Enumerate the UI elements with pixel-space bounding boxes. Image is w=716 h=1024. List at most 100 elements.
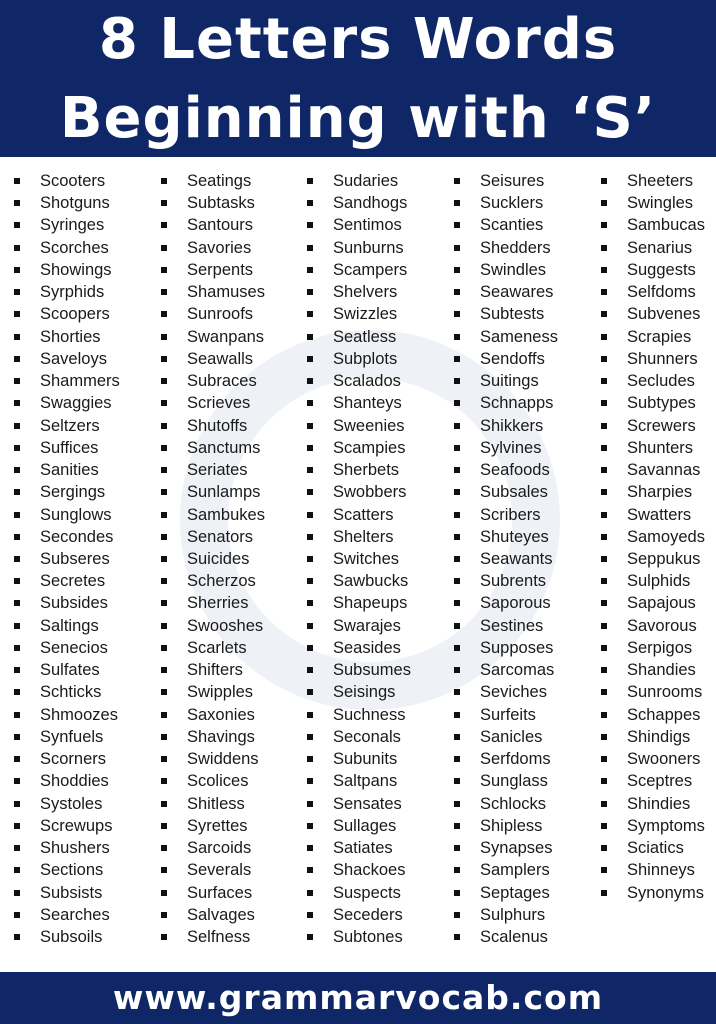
word: Senecios: [40, 638, 108, 657]
word: Swindles: [480, 260, 547, 279]
bullet-square-icon: [601, 533, 607, 540]
bullet-square-icon: [454, 311, 460, 318]
bullet-square-icon: [454, 578, 460, 585]
bullet-square-icon: [161, 289, 167, 296]
word: Subplots: [333, 349, 398, 368]
bullet-square-icon: [307, 222, 313, 229]
bullet-square-icon: [601, 667, 607, 674]
word: Saxonies: [187, 705, 255, 724]
word: Septages: [480, 883, 550, 902]
word: Saporous: [480, 594, 551, 613]
word: Shammers: [40, 372, 120, 391]
word: Surfaces: [187, 883, 253, 902]
word: Shoddies: [40, 772, 109, 791]
bullet-square-icon: [307, 355, 313, 362]
bullet-square-icon: [454, 689, 460, 696]
word: Swaggies: [40, 394, 112, 413]
word: Swatters: [627, 505, 692, 524]
word: Suchness: [333, 705, 406, 724]
bullet-square-icon: [307, 311, 313, 318]
word: Shindigs: [627, 727, 691, 746]
word: Sciatics: [627, 839, 684, 858]
bullet-square-icon: [307, 800, 313, 807]
bullet-square-icon: [161, 511, 167, 518]
bullet-square-icon: [601, 444, 607, 451]
word: Swanpans: [187, 327, 265, 346]
bullet-square-icon: [161, 200, 167, 207]
word: Savannas: [627, 461, 701, 480]
word: Scalenus: [480, 927, 548, 946]
word: Syringes: [40, 216, 105, 235]
bullet-square-icon: [14, 845, 20, 852]
word: Sunglass: [480, 772, 548, 791]
bullet-square-icon: [601, 711, 607, 718]
word: Swipples: [187, 683, 254, 702]
word: Synapses: [480, 839, 553, 858]
word: Seawants: [480, 549, 553, 568]
word: Sunrooms: [627, 683, 703, 702]
word: Sanctums: [187, 438, 261, 457]
bullet-square-icon: [161, 311, 167, 318]
bullet-square-icon: [307, 511, 313, 518]
word: Subsoils: [40, 927, 103, 946]
bullet-square-icon: [161, 489, 167, 496]
word: Sections: [40, 861, 104, 880]
word: Seasides: [333, 638, 401, 657]
bullet-square-icon: [454, 444, 460, 451]
word: Swobbers: [333, 483, 407, 502]
bullet-square-icon: [454, 822, 460, 829]
bullet-square-icon: [454, 733, 460, 740]
word: Seviches: [480, 683, 547, 702]
word: Subsales: [480, 483, 548, 502]
bullet-square-icon: [14, 444, 20, 451]
word: Shikkers: [480, 416, 544, 435]
word: Scampies: [333, 438, 406, 457]
footer-url: www.grammarvocab.com: [0, 972, 716, 1024]
bullet-square-icon: [14, 222, 20, 229]
bullet-square-icon: [454, 622, 460, 629]
word: Saveloys: [40, 349, 107, 368]
word: Swooshes: [187, 616, 264, 635]
bullet-square-icon: [14, 711, 20, 718]
word: Syrphids: [40, 283, 105, 302]
word: Syrettes: [187, 816, 248, 835]
word: Sweenies: [333, 416, 405, 435]
word: Satiates: [333, 839, 393, 858]
bullet-square-icon: [454, 200, 460, 207]
word: Scoopers: [40, 305, 110, 324]
bullet-square-icon: [14, 600, 20, 607]
word: Seatless: [333, 327, 397, 346]
word: Schticks: [40, 683, 102, 702]
word: Shmoozes: [40, 705, 118, 724]
word: Subseres: [40, 549, 110, 568]
bullet-square-icon: [161, 400, 167, 407]
word: Shuteyes: [480, 527, 549, 546]
word: Shackoes: [333, 861, 406, 880]
bullet-square-icon: [601, 422, 607, 429]
word: Swooners: [627, 750, 701, 769]
word: Sambukes: [187, 505, 265, 524]
word: Subtasks: [187, 194, 255, 213]
word: Sawbucks: [333, 572, 409, 591]
bullet-square-icon: [601, 311, 607, 318]
word: Shandies: [627, 661, 696, 680]
word: Seawares: [480, 283, 554, 302]
bullet-square-icon: [14, 333, 20, 340]
bullet-square-icon: [601, 200, 607, 207]
word: Shifters: [187, 661, 243, 680]
bullet-square-icon: [161, 444, 167, 451]
bullet-square-icon: [454, 289, 460, 296]
word: Searches: [40, 905, 110, 924]
word: Sceptres: [627, 772, 693, 791]
word: Scanties: [480, 216, 544, 235]
word: Sunroofs: [187, 305, 254, 324]
word: Sanities: [40, 461, 99, 480]
bullet-square-icon: [161, 422, 167, 429]
word: Schappes: [627, 705, 701, 724]
word: Scherzos: [187, 572, 256, 591]
word: Subunits: [333, 750, 398, 769]
bullet-square-icon: [307, 867, 313, 874]
word: Scatters: [333, 505, 394, 524]
bullet-square-icon: [307, 244, 313, 251]
word: Severals: [187, 861, 252, 880]
